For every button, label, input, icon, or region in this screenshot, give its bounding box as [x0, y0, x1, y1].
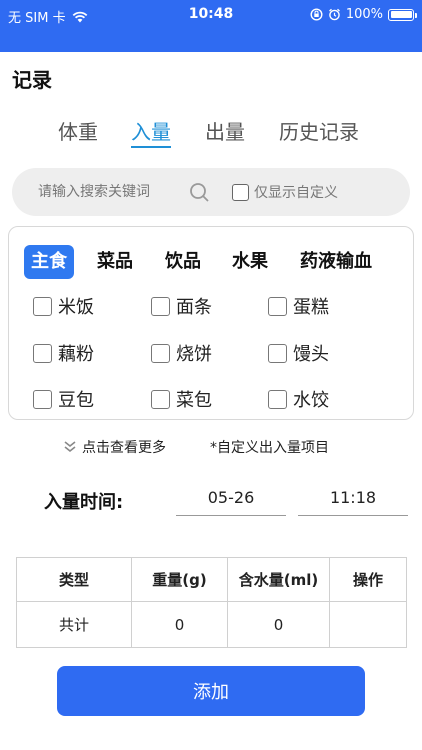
food-item-checkbox[interactable]	[268, 389, 287, 409]
intake-time-label: 入量时间:	[44, 492, 124, 513]
category-fruit[interactable]: 水果	[232, 245, 268, 279]
custom-only-checkbox[interactable]	[232, 183, 249, 201]
food-item-checkbox[interactable]	[151, 343, 170, 363]
food-item-label: 豆包	[58, 390, 94, 411]
alarm-icon	[328, 8, 340, 21]
food-item-checkbox[interactable]	[33, 343, 52, 363]
tab-weight[interactable]: 体重	[58, 116, 98, 148]
column-header-weight: 重量(g)	[131, 557, 228, 602]
show-more-label: 点击查看更多	[82, 440, 166, 456]
food-item-label: 烧饼	[176, 344, 212, 365]
total-water: 0	[227, 601, 330, 648]
food-item-checkbox[interactable]	[33, 389, 52, 409]
intake-table: 类型 重量(g) 含水量(ml) 操作 共计 0 0	[16, 557, 407, 648]
food-item-checkbox[interactable]	[268, 296, 287, 316]
food-item-label: 馒头	[293, 344, 329, 365]
tab-bar: 体重 入量 出量 历史记录	[0, 116, 422, 150]
total-label: 共计	[16, 601, 132, 648]
table-header-row: 类型 重量(g) 含水量(ml) 操作	[16, 557, 407, 602]
food-item[interactable]: 米饭	[33, 293, 94, 319]
food-item[interactable]: 面条	[151, 293, 212, 319]
search-input[interactable]	[38, 182, 178, 202]
total-weight: 0	[131, 601, 228, 648]
food-item-label: 蛋糕	[293, 297, 329, 318]
search-icon[interactable]	[188, 181, 210, 203]
food-item[interactable]: 菜包	[151, 386, 212, 412]
battery-icon	[388, 8, 417, 21]
food-item[interactable]: 烧饼	[151, 340, 212, 366]
food-item[interactable]: 蛋糕	[268, 293, 329, 319]
food-item-label: 米饭	[58, 297, 94, 318]
time-picker[interactable]: 11:18	[298, 488, 408, 516]
table-row-total: 共计 0 0	[16, 601, 407, 648]
add-button[interactable]: 添加	[57, 666, 365, 716]
food-item[interactable]: 藕粉	[33, 340, 94, 366]
food-item-checkbox[interactable]	[33, 296, 52, 316]
food-item-label: 水饺	[293, 390, 329, 411]
food-item-checkbox[interactable]	[151, 296, 170, 316]
status-bar: 无 SIM 卡 10:48 100%	[0, 0, 422, 52]
food-item[interactable]: 水饺	[268, 386, 329, 412]
show-more-button[interactable]: 点击查看更多	[62, 437, 166, 457]
category-staple[interactable]: 主食	[24, 245, 74, 279]
food-item-checkbox[interactable]	[151, 389, 170, 409]
status-right: 100%	[310, 7, 417, 22]
battery-percent: 100%	[345, 7, 383, 22]
tab-history[interactable]: 历史记录	[279, 116, 359, 148]
category-dishes[interactable]: 菜品	[97, 245, 133, 279]
column-header-water: 含水量(ml)	[227, 557, 330, 602]
tab-output[interactable]: 出量	[205, 116, 245, 148]
page-title: 记录	[12, 68, 52, 92]
column-header-action: 操作	[329, 557, 407, 602]
custom-items-link[interactable]: *自定义出入量项目	[210, 437, 329, 457]
food-item-label: 面条	[176, 297, 212, 318]
food-panel: 主食 菜品 饮品 水果 药液输血 米饭 面条 蛋糕 藕粉 烧饼 馒头 豆包 菜包…	[8, 226, 414, 420]
custom-only-toggle[interactable]: 仅显示自定义	[232, 182, 338, 202]
total-action	[329, 601, 407, 648]
orientation-lock-icon	[310, 8, 323, 21]
category-iv-transfusion[interactable]: 药液输血	[300, 245, 372, 279]
tab-intake[interactable]: 入量	[131, 116, 171, 148]
battery-fill	[390, 11, 412, 18]
food-item-label: 藕粉	[58, 344, 94, 365]
category-drinks[interactable]: 饮品	[165, 245, 201, 279]
food-item-label: 菜包	[176, 390, 212, 411]
column-header-type: 类型	[16, 557, 132, 602]
food-item[interactable]: 豆包	[33, 386, 94, 412]
food-item-checkbox[interactable]	[268, 343, 287, 363]
custom-only-label: 仅显示自定义	[254, 185, 338, 201]
search-bar: 仅显示自定义	[12, 168, 410, 216]
food-item[interactable]: 馒头	[268, 340, 329, 366]
date-picker[interactable]: 05-26	[176, 488, 286, 516]
double-chevron-down-icon	[64, 441, 76, 453]
